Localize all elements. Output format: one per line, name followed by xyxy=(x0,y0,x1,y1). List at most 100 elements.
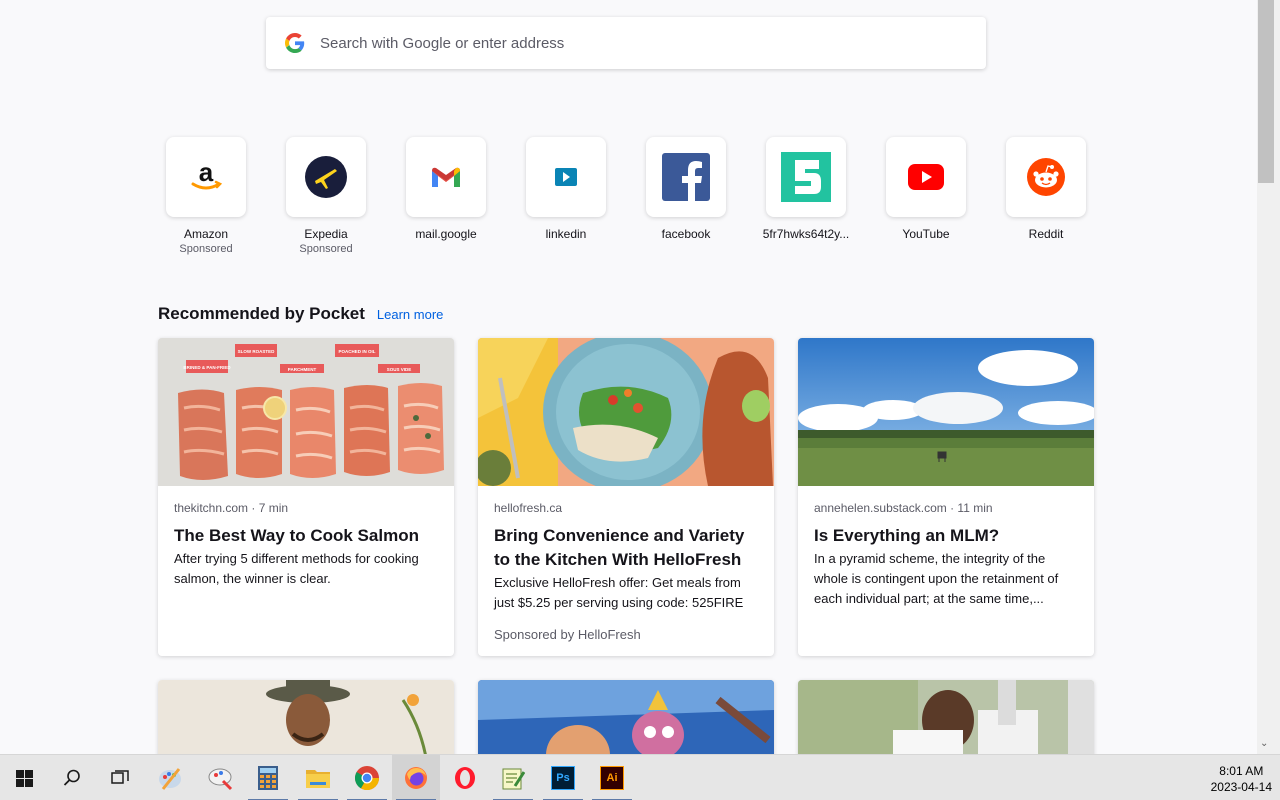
field-image xyxy=(798,338,1094,486)
card-excerpt: After trying 5 different methods for coo… xyxy=(174,551,419,586)
top-site-amazon[interactable]: a Amazon Sponsored xyxy=(146,137,266,255)
notepad-plus-icon xyxy=(502,768,525,790)
pocket-card-mlm[interactable]: annehelen.substack.com · 11 min Is Every… xyxy=(798,338,1094,656)
pocket-header: Recommended by Pocket Learn more xyxy=(158,304,443,324)
top-site-title: mail.google xyxy=(415,227,477,241)
microscope-image xyxy=(798,680,1094,754)
top-site-expedia[interactable]: Expedia Sponsored xyxy=(266,137,386,255)
salmon-method-label: BRINED & PAN-FRIED xyxy=(183,365,231,370)
gmail-icon xyxy=(432,167,460,187)
reddit-icon xyxy=(1027,158,1065,196)
amazon-icon: a xyxy=(191,157,223,190)
search-input[interactable] xyxy=(320,34,920,52)
salmon-method-label: SLOW ROASTED xyxy=(238,349,275,354)
taskbar-chrome[interactable] xyxy=(343,755,391,800)
taskbar-paint-3d[interactable] xyxy=(196,755,244,800)
taskbar-firefox[interactable] xyxy=(392,755,440,800)
top-site-title: 5fr7hwks64t2y... xyxy=(762,227,850,241)
new-tab-page: a Amazon Sponsored Expedia Sponsored xyxy=(0,0,1257,754)
top-site-tile[interactable] xyxy=(1006,137,1086,217)
search-bar[interactable] xyxy=(266,17,986,69)
taskbar-opera[interactable] xyxy=(441,755,489,800)
search-icon xyxy=(63,769,80,786)
five-logo-icon xyxy=(781,152,831,202)
scrollbar-thumb[interactable] xyxy=(1258,0,1274,183)
card-excerpt: In a pyramid scheme, the integrity of th… xyxy=(814,551,1059,606)
hellofresh-image xyxy=(478,338,774,486)
pocket-card-row2-3[interactable] xyxy=(798,680,1094,754)
top-site-title: YouTube xyxy=(902,227,950,241)
top-site-tile[interactable] xyxy=(646,137,726,217)
learn-more-link[interactable]: Learn more xyxy=(377,307,443,322)
card-source: annehelen.substack.com · 11 min xyxy=(814,501,993,515)
card-sponsored: Sponsored by HelloFresh xyxy=(494,627,641,642)
youtube-icon xyxy=(908,164,944,190)
top-site-5fr7hwks64t2y[interactable]: 5fr7hwks64t2y... xyxy=(746,137,866,241)
svg-text:a: a xyxy=(199,157,214,187)
card-title: The Best Way to Cook Salmon xyxy=(174,526,419,545)
top-site-tile[interactable]: a xyxy=(166,137,246,217)
illustrator-icon: Ai xyxy=(600,766,624,790)
photoshop-icon: Ps xyxy=(551,766,575,790)
card-title: Is Everything an MLM? xyxy=(814,526,1000,545)
illustration-image xyxy=(478,680,774,754)
paint-3d-icon xyxy=(208,768,233,791)
clock-time: 8:01 AM xyxy=(1219,764,1264,778)
top-site-mail-google[interactable]: mail.google xyxy=(386,137,506,241)
card-source: thekitchn.com · 7 min xyxy=(174,501,289,515)
pocket-card-row2-2[interactable] xyxy=(478,680,774,754)
start-button[interactable] xyxy=(0,755,48,800)
task-view-icon xyxy=(111,770,129,784)
firefox-icon xyxy=(405,767,427,789)
taskbar: Ps Ai 8:01 AM 2023-04-14 xyxy=(0,754,1280,800)
pocket-heading: Recommended by Pocket xyxy=(158,304,365,323)
top-site-tile[interactable] xyxy=(526,137,606,217)
top-site-title: linkedin xyxy=(545,227,587,241)
facebook-icon xyxy=(662,153,710,201)
top-site-reddit[interactable]: Reddit xyxy=(986,137,1106,241)
paint-icon xyxy=(159,768,181,790)
system-clock[interactable]: 8:01 AM 2023-04-14 xyxy=(1211,763,1272,795)
top-site-tile[interactable] xyxy=(766,137,846,217)
pocket-card-hellofresh[interactable]: hellofresh.ca Bring Convenience and Vari… xyxy=(478,338,774,656)
task-view-button[interactable] xyxy=(96,755,144,800)
top-site-title: Expedia xyxy=(304,227,348,241)
top-site-title: facebook xyxy=(661,227,711,241)
google-icon xyxy=(285,33,305,53)
calculator-icon xyxy=(258,766,278,790)
card-source: hellofresh.ca xyxy=(494,501,563,515)
top-site-tile[interactable] xyxy=(886,137,966,217)
pocket-card-salmon[interactable]: BRINED & PAN-FRIED SLOW ROASTED PARCHMENT P… xyxy=(158,338,454,656)
taskbar-paint[interactable] xyxy=(146,755,194,800)
taskbar-illustrator[interactable]: Ai xyxy=(588,755,636,800)
scroll-down-arrow-icon[interactable]: ⌄ xyxy=(1260,738,1268,749)
card-title: Bring Convenience and Variety to the Kit… xyxy=(494,526,745,569)
sponsored-label: Sponsored xyxy=(299,243,353,255)
top-site-linkedin[interactable]: linkedin xyxy=(506,137,626,241)
start-icon xyxy=(15,769,33,787)
taskbar-search-button[interactable] xyxy=(48,755,96,800)
top-site-youtube[interactable]: YouTube xyxy=(866,137,986,241)
top-site-tile[interactable] xyxy=(286,137,366,217)
opera-icon xyxy=(455,767,475,789)
taskbar-calculator[interactable] xyxy=(244,755,292,800)
taskbar-photoshop[interactable]: Ps xyxy=(539,755,587,800)
linkedin-icon xyxy=(555,168,577,186)
expedia-icon xyxy=(305,156,347,198)
taskbar-notepad-plus[interactable] xyxy=(489,755,537,800)
file-explorer-icon xyxy=(306,770,330,788)
pocket-card-row2-1[interactable] xyxy=(158,680,454,754)
card-excerpt: Exclusive HelloFresh offer: Get meals fr… xyxy=(494,575,744,610)
sponsored-label: Sponsored xyxy=(179,243,233,255)
top-site-title: Reddit xyxy=(1028,227,1064,241)
top-site-title: Amazon xyxy=(183,227,229,241)
top-site-tile[interactable] xyxy=(406,137,486,217)
salmon-method-label: POACHED IN OIL xyxy=(338,349,375,354)
chrome-icon xyxy=(355,766,379,790)
top-site-facebook[interactable]: facebook xyxy=(626,137,746,241)
taskbar-file-explorer[interactable] xyxy=(294,755,342,800)
man-hat-image xyxy=(158,680,454,754)
salmon-image: BRINED & PAN-FRIED SLOW ROASTED PARCHMENT P… xyxy=(158,338,454,486)
clock-date: 2023-04-14 xyxy=(1210,780,1272,794)
salmon-method-label: PARCHMENT xyxy=(288,367,317,372)
